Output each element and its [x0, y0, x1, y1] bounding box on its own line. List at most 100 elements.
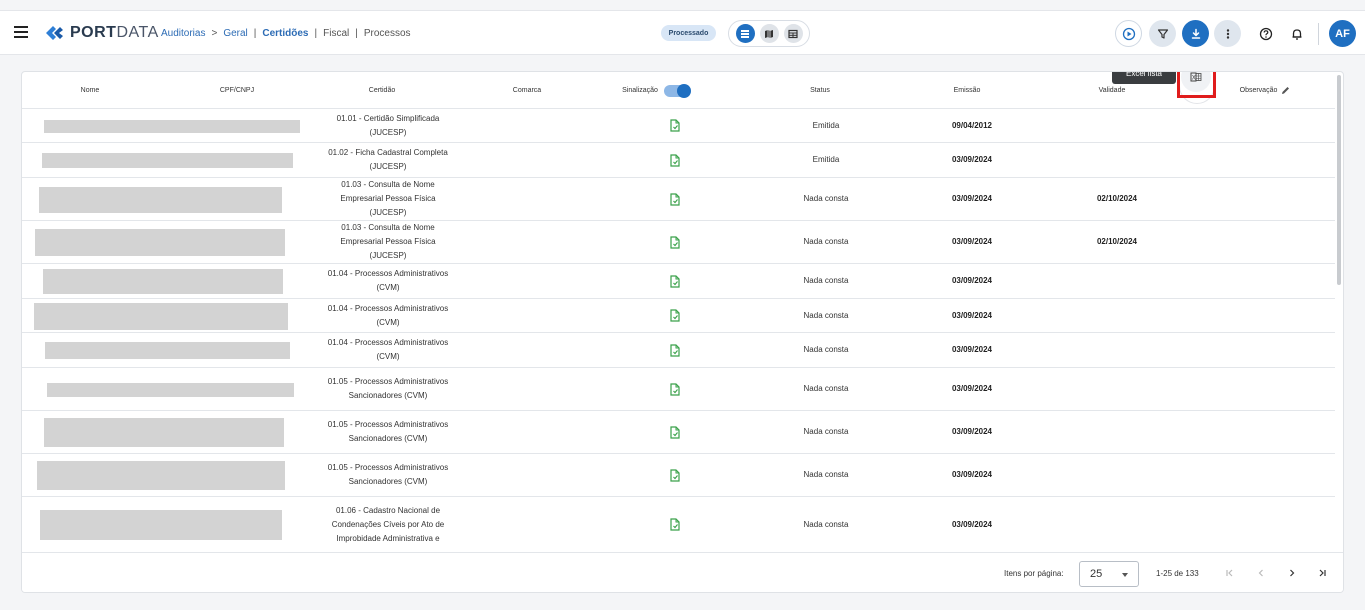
document-icon[interactable] [662, 333, 688, 367]
emissao-text: 03/09/2024 [951, 194, 993, 203]
column-header-cpf-cnpj[interactable]: CPF/CNPJ [212, 72, 262, 109]
certidao-text: 01.02 - Ficha Cadastral Completa (JUCESP… [328, 148, 448, 171]
table-row[interactable]: 01.03 - Consulta de Nome Empresarial Pes… [22, 221, 1335, 264]
table-row[interactable]: 01.04 - Processos Administrativos (CVM) N… [22, 299, 1335, 333]
excel-icon: X [1190, 72, 1202, 82]
status-badge: Processado [661, 25, 716, 41]
table-row[interactable]: 01.04 - Processos Administrativos (CVM) N… [22, 264, 1335, 299]
certidao-text: 01.05 - Processos Administrativos Sancio… [327, 377, 449, 400]
status-cell: Nada consta [780, 497, 872, 552]
document-icon[interactable] [662, 368, 688, 410]
table-row[interactable]: 01.05 - Processos Administrativos Sancio… [22, 411, 1335, 454]
breadcrumb: Auditorias > Geral | Certidões | Fiscal … [161, 28, 411, 39]
redacted-name [45, 342, 290, 359]
redacted-name [35, 229, 285, 256]
certidao-text: 01.04 - Processos Administrativos (CVM) [327, 338, 449, 361]
table-row[interactable]: 01.05 - Processos Administrativos Sancio… [22, 454, 1335, 497]
status-cell: Nada consta [780, 333, 872, 367]
notifications-button[interactable] [1283, 20, 1310, 47]
edit-pencil-icon[interactable] [1281, 86, 1290, 95]
column-header-status[interactable]: Status [800, 72, 840, 109]
table-view-button[interactable] [783, 24, 803, 43]
hamburger-menu-icon[interactable] [14, 26, 28, 38]
avatar[interactable]: AF [1329, 20, 1356, 47]
breadcrumb-auditorias[interactable]: Auditorias [161, 28, 205, 39]
list-view-icon [741, 29, 749, 38]
status-text: Nada consta [803, 345, 849, 354]
table-row[interactable]: 01.04 - Processos Administrativos (CVM) N… [22, 333, 1335, 368]
column-header-nome[interactable]: Nome [70, 72, 110, 109]
emissao-text: 09/04/2012 [951, 120, 993, 130]
sinalizacao-toggle[interactable] [663, 83, 691, 98]
items-per-page-label: Itens por página: [1004, 569, 1064, 578]
help-button[interactable] [1252, 20, 1279, 47]
logo[interactable]: PORTDATA [44, 23, 159, 43]
emissao-cell: 03/09/2024 [930, 178, 1014, 220]
breadcrumb-processos[interactable]: Processos [364, 28, 411, 39]
status-cell: Nada consta [780, 178, 872, 220]
status-cell: Nada consta [780, 368, 872, 410]
redacted-name [40, 510, 282, 540]
play-button[interactable] [1115, 20, 1142, 47]
certidao-cell: 01.03 - Consulta de Nome Empresarial Pes… [322, 178, 454, 220]
table-row[interactable]: 01.05 - Processos Administrativos Sancio… [22, 368, 1335, 411]
breadcrumb-certidoes[interactable]: Certidões [262, 28, 308, 39]
last-page-button[interactable] [1314, 565, 1330, 581]
table-row[interactable]: 01.03 - Consulta de Nome Empresarial Pes… [22, 178, 1335, 221]
list-view-button[interactable] [735, 24, 755, 43]
column-header-emissao[interactable]: Emissão [942, 72, 992, 109]
breadcrumb-fiscal[interactable]: Fiscal [323, 28, 349, 39]
page-range: 1-25 de 133 [1156, 569, 1199, 578]
breadcrumb-geral[interactable]: Geral [223, 28, 247, 39]
status-text: Nada consta [803, 276, 849, 285]
document-icon[interactable] [662, 411, 688, 453]
results-card: Nome CPF/CNPJ Certidão Comarca Sinalizaç… [21, 71, 1344, 593]
certidao-cell: 01.05 - Processos Administrativos Sancio… [322, 454, 454, 496]
status-text: Emitida [812, 155, 840, 164]
table-row[interactable]: 01.02 - Ficha Cadastral Completa (JUCESP… [22, 143, 1335, 178]
help-icon [1259, 27, 1272, 40]
filter-button[interactable] [1149, 20, 1176, 47]
status-cell: Nada consta [780, 221, 872, 263]
validade-cell [1075, 368, 1159, 410]
redacted-name [42, 153, 293, 168]
redacted-name [43, 269, 283, 294]
certidao-cell: 01.04 - Processos Administrativos (CVM) [322, 333, 454, 367]
map-view-button[interactable] [759, 24, 779, 43]
scrollbar-thumb[interactable] [1337, 75, 1341, 285]
excel-tooltip: Excel lista [1112, 72, 1176, 84]
prev-page-button[interactable] [1253, 565, 1269, 581]
column-header-comarca[interactable]: Comarca [502, 72, 552, 109]
page-size-value: 25 [1090, 568, 1103, 580]
document-icon[interactable] [662, 178, 688, 220]
redacted-name [44, 418, 284, 447]
document-icon[interactable] [662, 221, 688, 263]
certidao-text: 01.01 - Certidão Simplificada (JUCESP) [336, 113, 440, 137]
emissao-cell: 03/09/2024 [930, 333, 1014, 367]
table-row[interactable]: 01.01 - Certidão Simplificada (JUCESP) Em… [22, 109, 1335, 143]
redacted-name [47, 382, 294, 397]
status-text: Nada consta [803, 194, 849, 203]
document-icon[interactable] [662, 264, 688, 298]
status-cell: Nada consta [780, 454, 872, 496]
first-page-button[interactable] [1222, 565, 1238, 581]
page-size-select[interactable]: 25 [1079, 561, 1139, 587]
document-icon[interactable] [662, 454, 688, 496]
document-icon[interactable] [662, 109, 688, 142]
document-icon[interactable] [662, 143, 688, 177]
document-icon[interactable] [662, 299, 688, 332]
emissao-text: 03/09/2024 [951, 427, 993, 436]
table-row[interactable]: 01.06 - Cadastro Nacional de Condenações… [22, 497, 1335, 553]
document-icon[interactable] [662, 497, 688, 552]
emissao-text: 03/09/2024 [951, 345, 993, 354]
redacted-name [34, 302, 288, 330]
bell-icon [1292, 28, 1301, 40]
emissao-text: 03/09/2024 [951, 310, 993, 320]
next-page-button[interactable] [1284, 565, 1300, 581]
download-button[interactable] [1182, 20, 1209, 47]
top-bar: PORTDATA Auditorias > Geral | Certidões … [0, 10, 1365, 55]
pagination-bar: Itens por página: 25 1-25 de 133 [22, 552, 1343, 592]
more-options-button[interactable] [1214, 20, 1241, 47]
column-header-certidao[interactable]: Certidão [352, 72, 412, 109]
status-text: Nada consta [803, 427, 849, 436]
